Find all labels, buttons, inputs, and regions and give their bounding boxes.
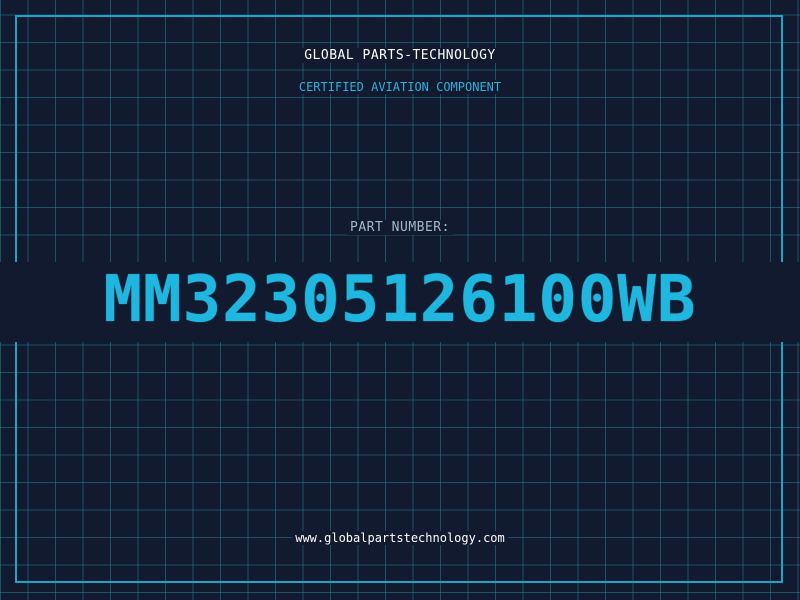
part-number-value: MM32305126100WB [99,262,701,338]
website-url: www.globalpartstechnology.com [0,531,800,545]
certification-tagline-text: CERTIFIED AVIATION COMPONENT [295,80,505,94]
part-number-label-text: PART NUMBER: [347,220,453,235]
website-url-text: www.globalpartstechnology.com [292,531,508,545]
part-number-block: MM32305126100WB [0,262,800,342]
company-name-text: GLOBAL PARTS-TECHNOLOGY [301,48,499,63]
certification-tagline: CERTIFIED AVIATION COMPONENT [0,80,800,94]
company-name: GLOBAL PARTS-TECHNOLOGY [0,48,800,63]
part-number-label: PART NUMBER: [0,220,800,235]
part-certificate: GLOBAL PARTS-TECHNOLOGY CERTIFIED AVIATI… [0,0,800,600]
